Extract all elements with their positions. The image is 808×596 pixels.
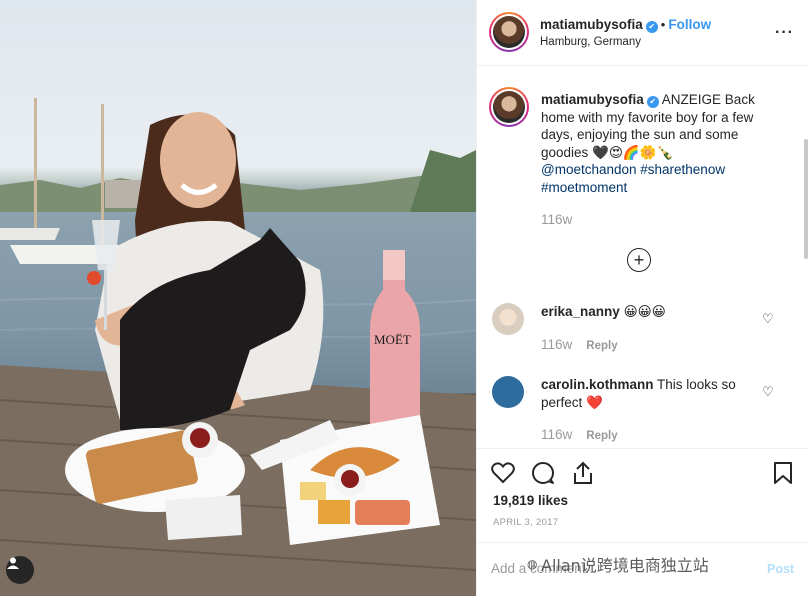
share-icon[interactable] xyxy=(569,459,597,487)
verified-badge-icon: ✔ xyxy=(645,21,658,33)
comment-time: 116w xyxy=(541,337,573,352)
post-header: matiamubysofia ✔ • Follow Hamburg, Germany … xyxy=(477,0,808,66)
comment-item: carolin.kothmann This looks so perfect ❤… xyxy=(541,376,761,411)
comment-meta: 116w Reply xyxy=(541,427,618,442)
comment-username[interactable]: erika_nanny xyxy=(541,304,620,319)
post-location[interactable]: Hamburg, Germany xyxy=(540,36,641,48)
photo-illustration: MOËT xyxy=(0,98,476,596)
wechat-icon: ◍ xyxy=(527,557,538,571)
more-options-icon[interactable]: ··· xyxy=(775,24,794,42)
commenter-avatar-carolin[interactable] xyxy=(492,376,524,408)
like-heart-icon[interactable] xyxy=(489,459,517,487)
commenter-avatar-erika[interactable] xyxy=(492,303,524,335)
bottle-label: MOËT xyxy=(374,332,411,347)
comment-bubble-icon[interactable] xyxy=(529,459,557,487)
caption-author-avatar[interactable] xyxy=(489,87,529,127)
like-comment-heart-icon[interactable]: ♡ xyxy=(762,311,774,327)
load-more-comments-icon[interactable]: + xyxy=(627,248,651,272)
comment-meta: 116w Reply xyxy=(541,337,618,352)
post-photo[interactable]: MOËT xyxy=(0,0,476,596)
reply-button[interactable]: Reply xyxy=(586,430,617,442)
author-username[interactable]: matiamubysofia xyxy=(540,17,643,32)
post-comment-button[interactable]: Post xyxy=(767,562,794,576)
reply-button[interactable]: Reply xyxy=(586,340,617,352)
caption-time: 116w xyxy=(541,212,573,227)
author-avatar[interactable] xyxy=(489,12,529,52)
comments-scrollbar[interactable] xyxy=(804,139,808,259)
like-comment-heart-icon[interactable]: ♡ xyxy=(762,384,774,400)
add-comment-bar: Add a comment... ◍ Allan说跨境电商独立站 Post xyxy=(477,542,808,596)
comment-text: 😀😀😀 xyxy=(623,304,666,319)
comment-item: erika_nanny 😀😀😀 xyxy=(541,303,761,321)
comments-section[interactable]: matiamubysofia ✔ ANZEIGE Back home with m… xyxy=(477,67,808,447)
likes-count[interactable]: 19,819 likes xyxy=(493,493,568,508)
watermark-text: Allan说跨境电商独立站 xyxy=(541,556,709,575)
caption-username[interactable]: matiamubysofia xyxy=(541,92,644,107)
caption-hashtags[interactable]: @moetchandon #sharethenow #moetmoment xyxy=(541,162,725,195)
post-side-panel: matiamubysofia ✔ • Follow Hamburg, Germany … xyxy=(476,0,808,596)
separator-dot: • xyxy=(660,17,666,32)
header-title-row: matiamubysofia ✔ • Follow xyxy=(540,16,711,34)
follow-button[interactable]: Follow xyxy=(668,17,711,32)
caption-text: matiamubysofia ✔ ANZEIGE Back home with m… xyxy=(541,91,771,196)
caption-verified-icon: ✔ xyxy=(646,96,659,108)
comment-username[interactable]: carolin.kothmann xyxy=(541,377,654,392)
tagged-people-icon[interactable] xyxy=(6,556,34,584)
post-date: April 3, 2017 xyxy=(493,517,559,528)
comment-time: 116w xyxy=(541,427,573,442)
post-actions: 19,819 likes April 3, 2017 xyxy=(477,448,808,542)
bookmark-icon[interactable] xyxy=(769,459,797,487)
